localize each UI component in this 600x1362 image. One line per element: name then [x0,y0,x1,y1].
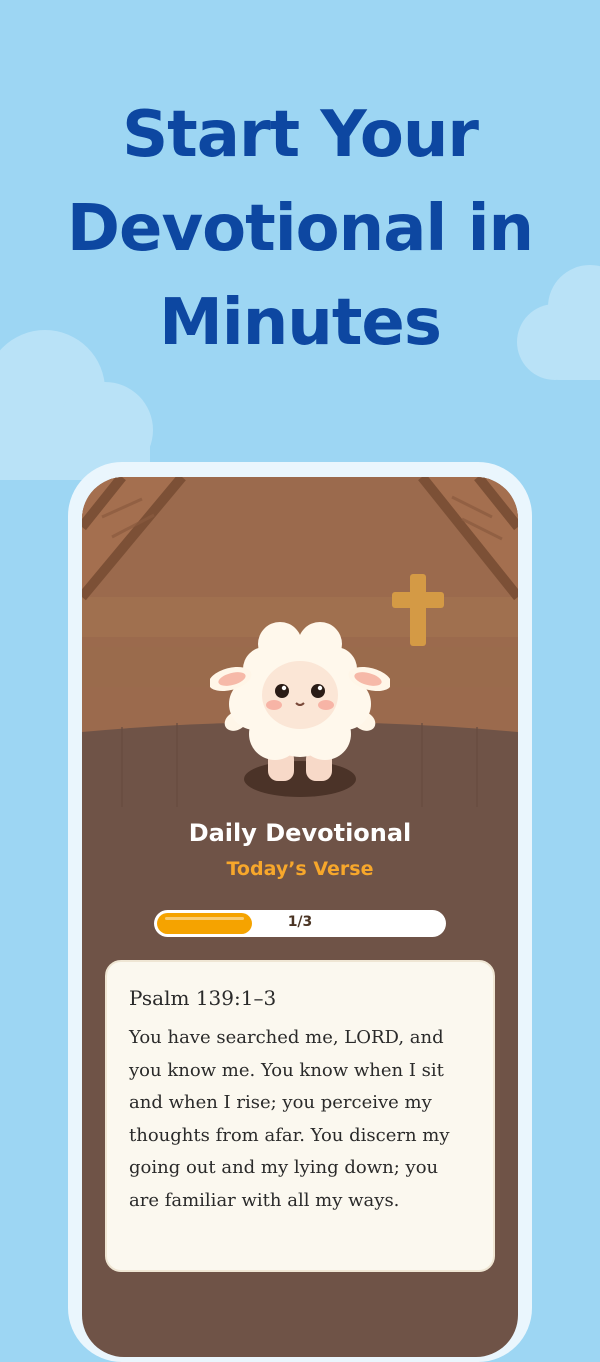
progress-bar: 1/3 [154,910,446,937]
sheep-mascot [210,622,390,797]
verse-text: You have searched me, LORD, and you know… [129,1027,450,1211]
headline: Start Your Devotional in Minutes [0,88,600,370]
devotional-title: Daily Devotional [188,819,412,847]
phone-screen: Daily Devotional Today’s Verse 1/3 Psalm… [82,477,518,1357]
cross-icon [392,574,444,646]
headline-line-2: Devotional in [66,192,534,266]
headline-line-3: Minutes [159,286,442,360]
verse-reference: Psalm 139:1–3 [129,986,277,1010]
headline-line-1: Start Your [122,98,479,172]
progress-label: 1/3 [287,914,313,930]
devotional-subtitle: Today’s Verse [226,858,374,880]
verse-card[interactable]: Psalm 139:1–3 You have searched me, LORD… [105,960,495,1272]
